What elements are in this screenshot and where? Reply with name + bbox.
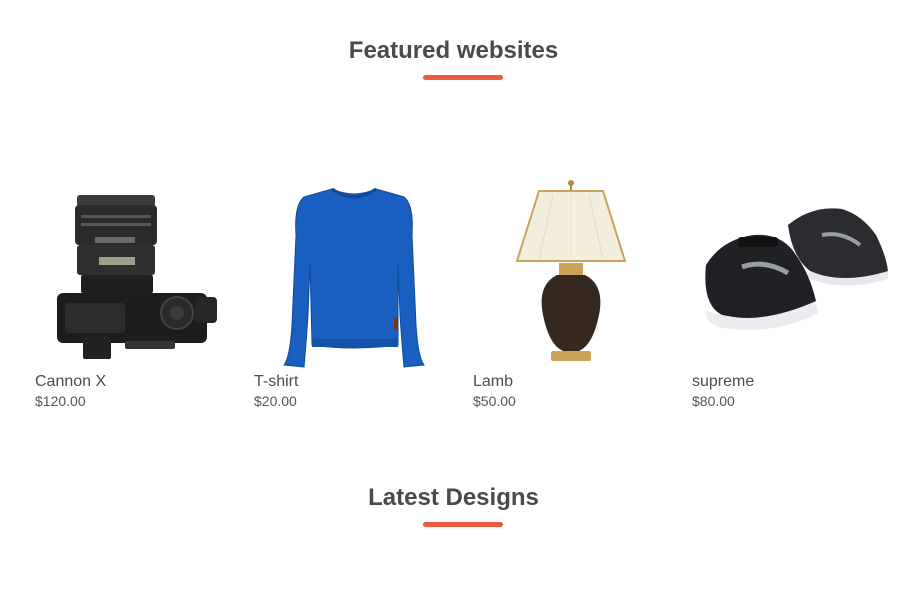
- product-price: $80.00: [692, 393, 735, 409]
- featured-title-underline: [423, 75, 503, 80]
- featured-section-title: Featured websites: [348, 37, 559, 64]
- product-card[interactable]: T-shirt $20.00: [254, 175, 454, 415]
- latest-title-underline: [423, 522, 503, 527]
- camera-image[interactable]: [35, 175, 235, 370]
- latest-section-title: Latest Designs: [368, 484, 539, 511]
- product-card[interactable]: Cannon X $120.00: [35, 175, 235, 415]
- sneakers-image[interactable]: [692, 175, 892, 370]
- sweater-image[interactable]: [254, 175, 454, 370]
- product-name[interactable]: Lamb: [473, 373, 513, 391]
- product-card[interactable]: supreme $80.00: [692, 175, 892, 415]
- product-price: $20.00: [254, 393, 297, 409]
- product-name[interactable]: T-shirt: [254, 373, 298, 391]
- product-name[interactable]: supreme: [692, 373, 754, 391]
- product-price: $120.00: [35, 393, 86, 409]
- product-name[interactable]: Cannon X: [35, 373, 106, 391]
- product-card[interactable]: Lamb $50.00: [473, 175, 673, 415]
- lamp-image[interactable]: [473, 175, 673, 370]
- product-price: $50.00: [473, 393, 516, 409]
